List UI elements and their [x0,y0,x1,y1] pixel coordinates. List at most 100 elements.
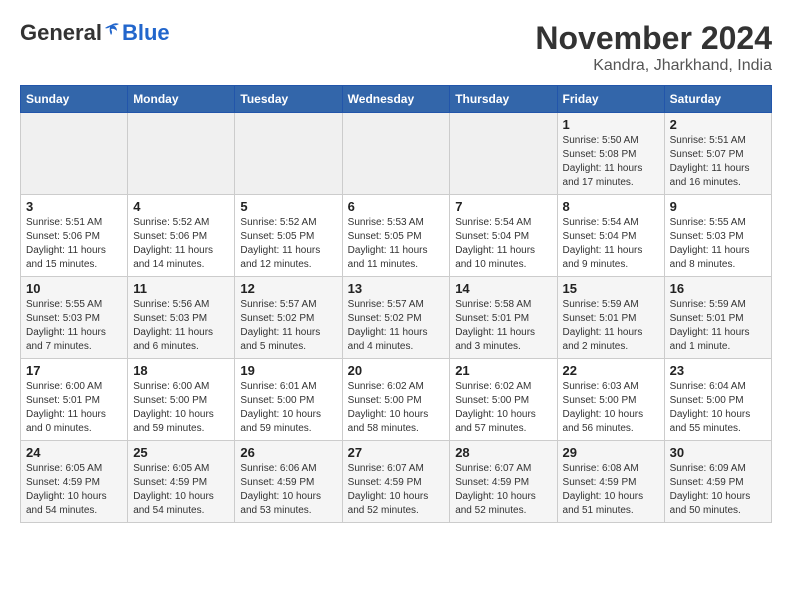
calendar-cell [342,113,450,195]
day-number: 11 [133,281,229,296]
month-title: November 2024 [535,20,772,57]
day-detail: Sunrise: 5:50 AM Sunset: 5:08 PM Dayligh… [563,134,659,190]
weekday-header-sunday: Sunday [21,86,128,113]
calendar-cell: 28 Sunrise: 6:07 AM Sunset: 4:59 PM Dayli… [450,441,557,523]
calendar-cell: 18 Sunrise: 6:00 AM Sunset: 5:00 PM Dayli… [128,359,235,441]
day-detail: Sunrise: 5:57 AM Sunset: 5:02 PM Dayligh… [240,298,336,354]
day-detail: Sunrise: 5:52 AM Sunset: 5:05 PM Dayligh… [240,216,336,272]
day-number: 7 [455,199,551,214]
page-header: General Blue November 2024 Kandra, Jhark… [20,20,772,75]
weekday-header-friday: Friday [557,86,664,113]
day-detail: Sunrise: 5:53 AM Sunset: 5:05 PM Dayligh… [348,216,445,272]
day-detail: Sunrise: 6:03 AM Sunset: 5:00 PM Dayligh… [563,380,659,436]
day-number: 14 [455,281,551,296]
calendar-cell: 9Sunrise: 5:55 AM Sunset: 5:03 PM Daylig… [664,195,771,277]
calendar-cell: 19 Sunrise: 6:01 AM Sunset: 5:00 PM Dayli… [235,359,342,441]
calendar-cell: 21 Sunrise: 6:02 AM Sunset: 5:00 PM Dayli… [450,359,557,441]
calendar-cell: 5 Sunrise: 5:52 AM Sunset: 5:05 PM Daylig… [235,195,342,277]
calendar-cell: 2 Sunrise: 5:51 AM Sunset: 5:07 PM Daylig… [664,113,771,195]
calendar-cell: 23 Sunrise: 6:04 AM Sunset: 5:00 PM Dayli… [664,359,771,441]
day-number: 12 [240,281,336,296]
calendar-cell: 11Sunrise: 5:56 AM Sunset: 5:03 PM Dayli… [128,277,235,359]
calendar-cell: 14 Sunrise: 5:58 AM Sunset: 5:01 PM Dayli… [450,277,557,359]
day-detail: Sunrise: 5:52 AM Sunset: 5:06 PM Dayligh… [133,216,229,272]
day-detail: Sunrise: 6:07 AM Sunset: 4:59 PM Dayligh… [455,462,551,518]
day-number: 27 [348,445,445,460]
location-text: Kandra, Jharkhand, India [535,57,772,75]
calendar-cell: 3 Sunrise: 5:51 AM Sunset: 5:06 PM Daylig… [21,195,128,277]
weekday-header-thursday: Thursday [450,86,557,113]
day-detail: Sunrise: 6:06 AM Sunset: 4:59 PM Dayligh… [240,462,336,518]
day-number: 13 [348,281,445,296]
day-detail: Sunrise: 6:02 AM Sunset: 5:00 PM Dayligh… [455,380,551,436]
day-number: 17 [26,363,122,378]
day-detail: Sunrise: 5:51 AM Sunset: 5:06 PM Dayligh… [26,216,122,272]
day-detail: Sunrise: 5:54 AM Sunset: 5:04 PM Dayligh… [563,216,659,272]
calendar-cell: 16 Sunrise: 5:59 AM Sunset: 5:01 PM Dayli… [664,277,771,359]
calendar-cell [128,113,235,195]
day-detail: Sunrise: 6:02 AM Sunset: 5:00 PM Dayligh… [348,380,445,436]
day-detail: Sunrise: 5:55 AM Sunset: 5:03 PM Dayligh… [26,298,122,354]
day-number: 10 [26,281,122,296]
calendar-table: SundayMondayTuesdayWednesdayThursdayFrid… [20,85,772,523]
day-detail: Sunrise: 6:00 AM Sunset: 5:01 PM Dayligh… [26,380,122,436]
logo-bird-icon [103,21,121,39]
day-number: 3 [26,199,122,214]
day-number: 4 [133,199,229,214]
day-detail: Sunrise: 6:08 AM Sunset: 4:59 PM Dayligh… [563,462,659,518]
day-detail: Sunrise: 5:59 AM Sunset: 5:01 PM Dayligh… [670,298,766,354]
day-number: 28 [455,445,551,460]
day-detail: Sunrise: 5:57 AM Sunset: 5:02 PM Dayligh… [348,298,445,354]
calendar-cell: 7 Sunrise: 5:54 AM Sunset: 5:04 PM Daylig… [450,195,557,277]
calendar-cell: 12 Sunrise: 5:57 AM Sunset: 5:02 PM Dayli… [235,277,342,359]
day-detail: Sunrise: 5:59 AM Sunset: 5:01 PM Dayligh… [563,298,659,354]
weekday-header-wednesday: Wednesday [342,86,450,113]
day-number: 18 [133,363,229,378]
day-detail: Sunrise: 5:54 AM Sunset: 5:04 PM Dayligh… [455,216,551,272]
day-detail: Sunrise: 6:04 AM Sunset: 5:00 PM Dayligh… [670,380,766,436]
day-number: 20 [348,363,445,378]
calendar-cell: 20 Sunrise: 6:02 AM Sunset: 5:00 PM Dayli… [342,359,450,441]
calendar-cell: 30 Sunrise: 6:09 AM Sunset: 4:59 PM Dayli… [664,441,771,523]
calendar-cell: 1 Sunrise: 5:50 AM Sunset: 5:08 PM Daylig… [557,113,664,195]
day-number: 6 [348,199,445,214]
day-detail: Sunrise: 5:51 AM Sunset: 5:07 PM Dayligh… [670,134,766,190]
day-detail: Sunrise: 6:09 AM Sunset: 4:59 PM Dayligh… [670,462,766,518]
day-number: 30 [670,445,766,460]
day-detail: Sunrise: 6:05 AM Sunset: 4:59 PM Dayligh… [133,462,229,518]
day-number: 16 [670,281,766,296]
day-detail: Sunrise: 6:00 AM Sunset: 5:00 PM Dayligh… [133,380,229,436]
calendar-cell [21,113,128,195]
day-number: 29 [563,445,659,460]
day-number: 5 [240,199,336,214]
logo-general-text: General [20,20,102,46]
calendar-cell: 25 Sunrise: 6:05 AM Sunset: 4:59 PM Dayli… [128,441,235,523]
calendar-cell: 6 Sunrise: 5:53 AM Sunset: 5:05 PM Daylig… [342,195,450,277]
day-number: 1 [563,117,659,132]
day-detail: Sunrise: 6:01 AM Sunset: 5:00 PM Dayligh… [240,380,336,436]
calendar-cell: 10 Sunrise: 5:55 AM Sunset: 5:03 PM Dayli… [21,277,128,359]
day-number: 9 [670,199,766,214]
day-number: 2 [670,117,766,132]
calendar-cell: 13 Sunrise: 5:57 AM Sunset: 5:02 PM Dayli… [342,277,450,359]
day-detail: Sunrise: 5:58 AM Sunset: 5:01 PM Dayligh… [455,298,551,354]
day-number: 19 [240,363,336,378]
calendar-cell: 22Sunrise: 6:03 AM Sunset: 5:00 PM Dayli… [557,359,664,441]
calendar-cell [235,113,342,195]
logo: General Blue [20,20,170,46]
calendar-cell: 15Sunrise: 5:59 AM Sunset: 5:01 PM Dayli… [557,277,664,359]
calendar-cell: 17 Sunrise: 6:00 AM Sunset: 5:01 PM Dayli… [21,359,128,441]
day-number: 23 [670,363,766,378]
calendar-cell: 24Sunrise: 6:05 AM Sunset: 4:59 PM Dayli… [21,441,128,523]
title-block: November 2024 Kandra, Jharkhand, India [535,20,772,75]
calendar-cell [450,113,557,195]
weekday-header-saturday: Saturday [664,86,771,113]
calendar-cell: 8Sunrise: 5:54 AM Sunset: 5:04 PM Daylig… [557,195,664,277]
day-detail: Sunrise: 6:05 AM Sunset: 4:59 PM Dayligh… [26,462,122,518]
day-number: 25 [133,445,229,460]
weekday-header-row: SundayMondayTuesdayWednesdayThursdayFrid… [21,86,772,113]
calendar-week-row: 3 Sunrise: 5:51 AM Sunset: 5:06 PM Daylig… [21,195,772,277]
calendar-week-row: 1 Sunrise: 5:50 AM Sunset: 5:08 PM Daylig… [21,113,772,195]
calendar-cell: 26Sunrise: 6:06 AM Sunset: 4:59 PM Dayli… [235,441,342,523]
day-number: 21 [455,363,551,378]
